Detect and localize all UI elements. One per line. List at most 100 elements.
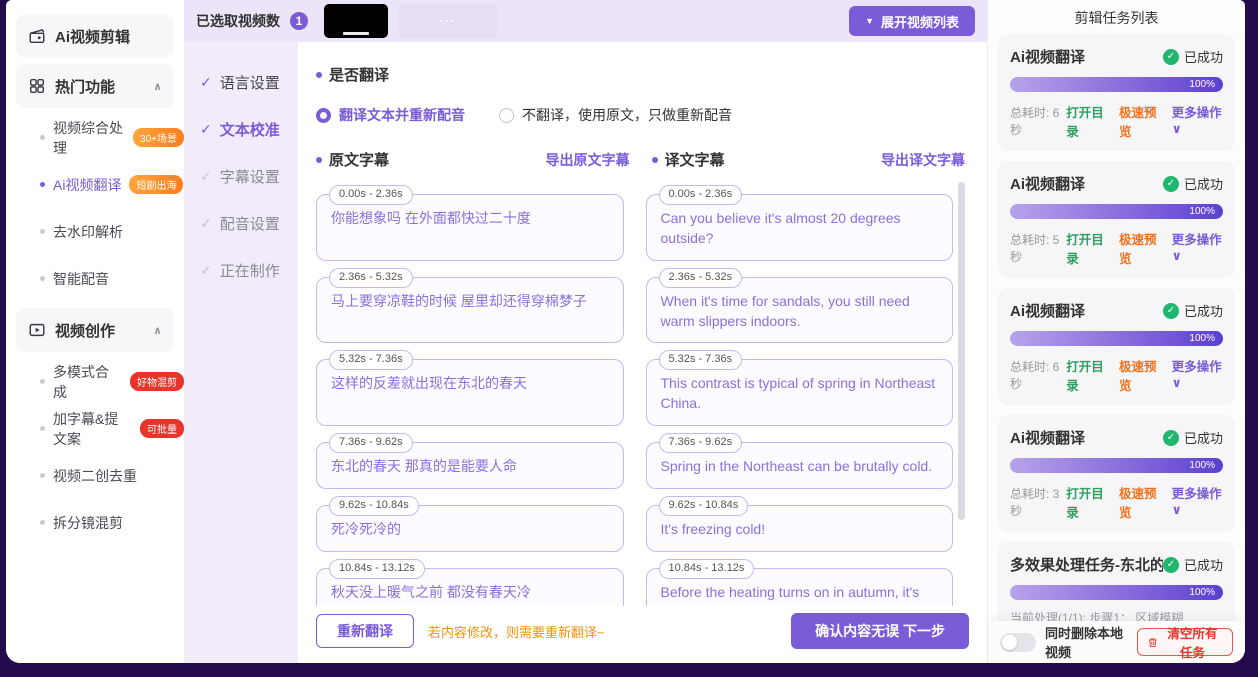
export-source-subtitles-link[interactable]: 导出原文字幕	[546, 150, 630, 170]
sidebar-item-watermark-removal[interactable]: 去水印解析	[6, 208, 184, 255]
step-language-settings[interactable]: ✓ 语言设置	[184, 70, 298, 94]
bullet-dot	[40, 426, 45, 431]
sidebar-item-video-processing[interactable]: 视频综合处理 30+场景	[6, 114, 184, 161]
sidebar-group-hot[interactable]: 热门功能 ∧	[16, 64, 174, 108]
quick-preview-link[interactable]: 极速预览	[1119, 102, 1162, 140]
bullet-dot	[40, 276, 45, 281]
step-producing[interactable]: ✓ 正在制作	[184, 258, 298, 282]
bottom-action-bar: 重新翻译 若内容修改，则需要重新翻译~ 确认内容无误 下一步	[298, 607, 987, 663]
task-list[interactable]: Ai视频翻译 ✓ 已成功 100% 总耗时: 6 秒 打开目录 极速预览 更多操…	[988, 34, 1245, 663]
sidebar-item-video-dedup[interactable]: 视频二创去重	[6, 452, 184, 499]
subtitle-list[interactable]: 0.00s - 2.36s 你能想象吗 在外面都快过二十度 0.00s - 2.…	[316, 178, 965, 606]
delete-local-video-toggle[interactable]	[1000, 633, 1036, 652]
task-progress-bar: 100%	[1010, 585, 1223, 600]
sidebar-item-label: Ai视频翻译	[53, 175, 121, 195]
task-status: ✓ 已成功	[1163, 174, 1223, 193]
more-actions-link[interactable]: 更多操作∨	[1172, 356, 1223, 394]
quick-preview-link[interactable]: 极速预览	[1119, 356, 1162, 394]
sidebar-item-subtitle-copy[interactable]: 加字幕&提文案 可批量	[6, 405, 184, 452]
sidebar-item-label: 去水印解析	[53, 222, 123, 242]
sidebar-item-smart-dubbing[interactable]: 智能配音	[6, 255, 184, 302]
group-label: 热门功能	[55, 76, 115, 97]
success-check-icon: ✓	[1163, 557, 1179, 573]
quick-preview-link[interactable]: 极速预览	[1119, 483, 1162, 521]
target-subtitle-card[interactable]: 2.36s - 5.32s When it's time for sandals…	[646, 277, 954, 344]
target-subtitle-card[interactable]: 9.62s - 10.84s It's freezing cold!	[646, 505, 954, 552]
sidebar-item-label: 加字幕&提文案	[53, 409, 132, 449]
step-list: ✓ 语言设置 ✓ 文本校准 ✓ 字幕设置 ✓ 配音设置 ✓ 正在制作	[184, 42, 298, 663]
time-range-chip: 5.32s - 7.36s	[659, 350, 743, 370]
time-range-chip: 0.00s - 2.36s	[659, 185, 743, 205]
sidebar-item-label: 智能配音	[53, 269, 109, 289]
sidebar-item-multimode-compose[interactable]: 多模式合成 好物混剪	[6, 358, 184, 405]
chevron-up-icon[interactable]: ∧	[153, 80, 162, 93]
subtitle-row: 10.84s - 13.12s 秋天没上暖气之前 都没有春天冷 10.84s -…	[316, 568, 953, 606]
more-actions-link[interactable]: 更多操作∨	[1172, 229, 1223, 267]
sidebar-item-label: 视频综合处理	[53, 118, 125, 158]
task-progress-bar: 100%	[1010, 331, 1223, 346]
radio-selected-icon	[316, 108, 331, 123]
sidebar-item-ai-video-translate[interactable]: Ai视频翻译 短剧出海	[6, 161, 184, 208]
success-check-icon: ✓	[1163, 49, 1179, 65]
bullet-dot	[40, 520, 45, 525]
task-panel: 剪辑任务列表 Ai视频翻译 ✓ 已成功 100% 总耗时: 6 秒 打开目录 极…	[987, 0, 1245, 663]
bullet-dot	[40, 229, 45, 234]
expand-video-list-button[interactable]: ▼ 展开视频列表	[849, 6, 975, 36]
step-subtitle-settings[interactable]: ✓ 字幕设置	[184, 164, 298, 188]
task-progress-bar: 100%	[1010, 77, 1223, 92]
target-subtitle-card[interactable]: 10.84s - 13.12s Before the heating turns…	[646, 568, 954, 606]
radio-no-translate[interactable]: 不翻译，使用原文，只做重新配音	[499, 105, 732, 125]
more-actions-link[interactable]: 更多操作∨	[1172, 483, 1223, 521]
source-subtitle-card[interactable]: 0.00s - 2.36s 你能想象吗 在外面都快过二十度	[316, 194, 624, 261]
chevron-up-icon[interactable]: ∧	[153, 324, 162, 337]
open-directory-link[interactable]: 打开目录	[1066, 356, 1109, 394]
task-progress-bar: 100%	[1010, 458, 1223, 473]
open-directory-link[interactable]: 打开目录	[1066, 483, 1109, 521]
more-videos-placeholder[interactable]: ⋯	[398, 4, 498, 38]
app-title-row[interactable]: Ai视频剪辑	[16, 14, 174, 58]
video-create-icon	[28, 321, 46, 339]
source-subtitle-card[interactable]: 9.62s - 10.84s 死冷死冷的	[316, 505, 624, 552]
more-actions-link[interactable]: 更多操作∨	[1172, 102, 1223, 140]
confirm-next-step-button[interactable]: 确认内容无误 下一步	[791, 613, 969, 649]
video-thumbnail[interactable]	[324, 4, 388, 38]
sidebar-group-create[interactable]: 视频创作 ∧	[16, 308, 174, 352]
source-subtitle-card[interactable]: 5.32s - 7.36s 这样的反差就出现在东北的春天	[316, 359, 624, 426]
task-name: Ai视频翻译	[1010, 46, 1163, 67]
source-subtitle-card[interactable]: 2.36s - 5.32s 马上要穿凉鞋的时候 屋里却还得穿棉梦子	[316, 277, 624, 344]
badge: 可批量	[140, 419, 184, 438]
open-directory-link[interactable]: 打开目录	[1066, 102, 1109, 140]
group-label: 视频创作	[55, 320, 115, 341]
step-text-calibration[interactable]: ✓ 文本校准	[184, 117, 298, 141]
task-name: 多效果处理任务-东北的春天...	[1010, 554, 1163, 575]
time-range-chip: 2.36s - 5.32s	[659, 268, 743, 288]
target-subtitle-card[interactable]: 7.36s - 9.62s Spring in the Northeast ca…	[646, 442, 954, 489]
step-dubbing-settings[interactable]: ✓ 配音设置	[184, 211, 298, 235]
task-duration: 总耗时: 6 秒	[1010, 104, 1066, 138]
target-subtitle-card[interactable]: 5.32s - 7.36s This contrast is typical o…	[646, 359, 954, 426]
export-target-subtitles-link[interactable]: 导出译文字幕	[881, 150, 965, 170]
quick-preview-link[interactable]: 极速预览	[1119, 229, 1162, 267]
task-card: Ai视频翻译 ✓ 已成功 100% 总耗时: 6 秒 打开目录 极速预览 更多操…	[998, 34, 1235, 151]
sidebar-item-shot-split-mix[interactable]: 拆分镜混剪	[6, 499, 184, 546]
source-subtitles-heading: 原文字幕	[316, 149, 389, 170]
task-panel-footer: 同时删除本地视频 清空所有任务	[988, 621, 1245, 663]
task-status: ✓ 已成功	[1163, 428, 1223, 447]
source-subtitle-card[interactable]: 10.84s - 13.12s 秋天没上暖气之前 都没有春天冷	[316, 568, 624, 606]
radio-translate-and-redub[interactable]: 翻译文本并重新配音	[316, 105, 465, 125]
task-card: Ai视频翻译 ✓ 已成功 100% 总耗时: 3 秒 打开目录 极速预览 更多操…	[998, 415, 1235, 532]
source-subtitle-card[interactable]: 7.36s - 9.62s 东北的春天 那真的是能要人命	[316, 442, 624, 489]
time-range-chip: 2.36s - 5.32s	[329, 268, 413, 288]
clear-all-tasks-button[interactable]: 清空所有任务	[1137, 628, 1233, 656]
target-subtitle-card[interactable]: 0.00s - 2.36s Can you believe it's almos…	[646, 194, 954, 261]
time-range-chip: 9.62s - 10.84s	[329, 496, 419, 516]
app-window: Ai视频剪辑 热门功能 ∧ 视频综合处理 30+场景 Ai视频翻译 短剧出海 去…	[6, 0, 1245, 663]
open-directory-link[interactable]: 打开目录	[1066, 229, 1109, 267]
subtitle-scrollbar[interactable]	[958, 182, 965, 520]
radio-unselected-icon	[499, 108, 514, 123]
task-status: ✓ 已成功	[1163, 47, 1223, 66]
sidebar-item-label: 拆分镜混剪	[53, 513, 123, 533]
time-range-chip: 5.32s - 7.36s	[329, 350, 413, 370]
dropdown-arrow-icon: ▼	[865, 16, 874, 26]
retranslate-button[interactable]: 重新翻译	[316, 614, 414, 648]
